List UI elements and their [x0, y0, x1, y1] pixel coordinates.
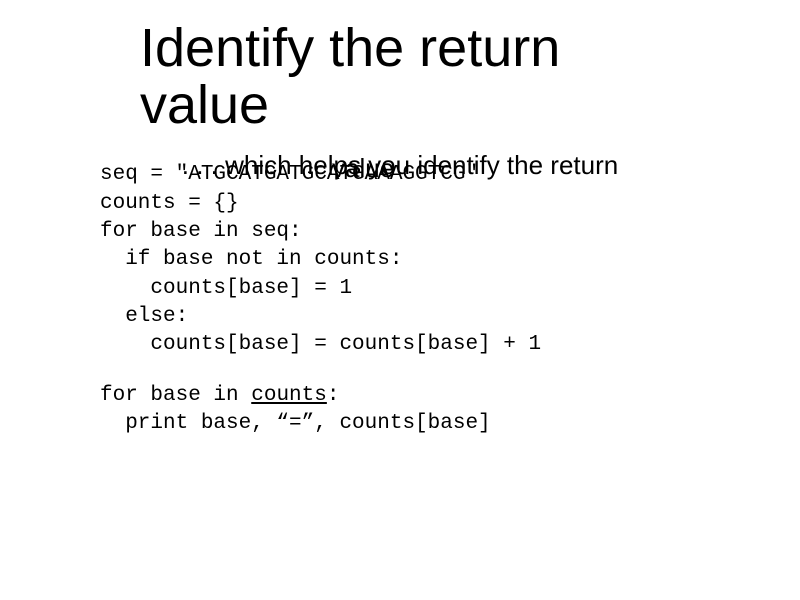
code-line-9: print base, “=”, counts[base]: [100, 412, 491, 435]
slide-title: Identify the return value: [140, 20, 700, 133]
code-line-6: else:: [100, 305, 188, 328]
code-line-7: counts[base] = counts[base] + 1: [100, 333, 541, 356]
code-line-2: counts = {}: [100, 192, 239, 215]
title-line-1: Identify the return: [140, 18, 560, 78]
code-block-main: valueseq = "ATGCATGATGCATGAAAGGTCG" count…: [100, 161, 700, 359]
code-line-1-wrap: valueseq = "ATGCATGATGCATGAAAGGTCG": [100, 161, 700, 189]
code-line-8a: for base in: [100, 384, 251, 407]
code-line-4: if base not in counts:: [100, 248, 402, 271]
subtitle-line-2: value: [332, 151, 394, 186]
code-line-1: seq = "ATGCATGATGCATGAAAGGTCG": [100, 163, 478, 186]
title-line-2: value: [140, 75, 269, 135]
code-block-secondary: for base in counts: print base, “=”, cou…: [100, 382, 700, 439]
slide: Identify the return value . . . which he…: [0, 0, 800, 438]
code-line-3: for base in seq:: [100, 220, 302, 243]
code-line-5: counts[base] = 1: [100, 277, 352, 300]
code-line-8b-return-value: counts: [251, 384, 327, 407]
code-line-8c: :: [327, 384, 340, 407]
